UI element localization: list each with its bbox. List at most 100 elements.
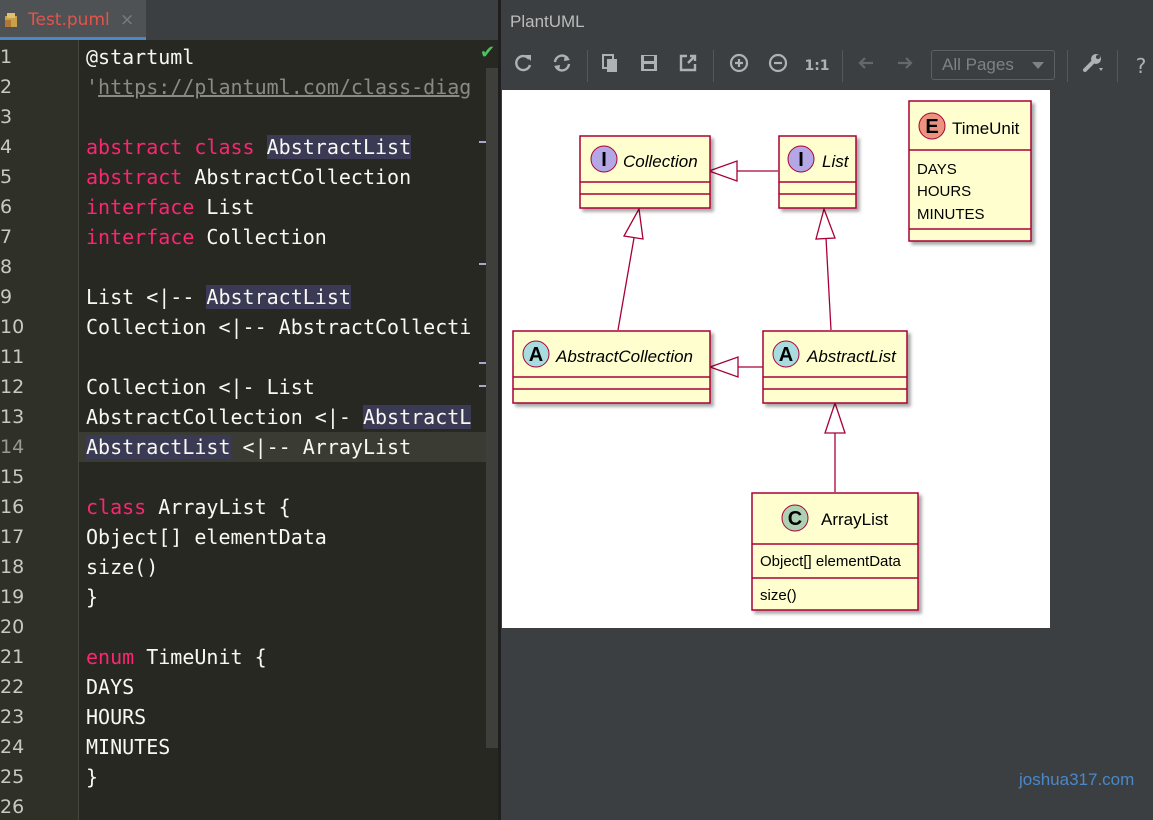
code-line-19: } — [86, 582, 98, 612]
code-line-25: } — [86, 762, 98, 792]
code-text: Collection <|- List — [86, 375, 315, 399]
puml-file-icon — [5, 13, 17, 27]
tab-label: Test.puml — [28, 10, 110, 30]
class-abstractlist[interactable]: A AbstractList — [762, 330, 908, 404]
stereotype-letter: A — [529, 344, 543, 366]
check-icon: ✔ — [480, 42, 496, 63]
line-number: 9 — [0, 286, 13, 308]
zoom-reset-button[interactable]: 1:1 — [803, 52, 831, 80]
arrow-head — [815, 206, 836, 240]
plantuml-panel: PlantUML 1:1 All Pages ? I Collection I … — [501, 0, 1153, 820]
class-arraylist[interactable]: C ArrayList Object[] elementData size() — [751, 492, 919, 611]
class-list[interactable]: I List — [778, 135, 857, 209]
arrow-right-icon[interactable] — [891, 52, 919, 80]
code-text: HOURS — [86, 705, 147, 729]
code-line-21: enum TimeUnit { — [86, 642, 267, 672]
line-number: 25 — [0, 766, 25, 788]
zoom-out-icon[interactable] — [764, 52, 792, 80]
close-icon[interactable]: × — [120, 10, 134, 30]
code-line-1: @startuml — [86, 42, 194, 72]
arrow-head — [824, 400, 846, 434]
code-text: @startuml — [86, 45, 195, 69]
zoom-in-icon[interactable] — [725, 52, 753, 80]
sync-icon[interactable] — [548, 52, 576, 80]
diagram-canvas[interactable]: I Collection I List E TimeUnit DAYS HOUR… — [502, 90, 1050, 628]
code-text: Collection <|-- AbstractCollecti — [86, 315, 472, 339]
plantuml-toolbar: 1:1 All Pages ? — [501, 44, 1153, 88]
line-number: 3 — [0, 106, 13, 128]
line-number: 2 — [0, 76, 13, 98]
class-name: ArrayList — [821, 510, 888, 529]
code-text: AbstractCollection <|- — [86, 405, 363, 429]
stereotype-letter: E — [925, 116, 938, 138]
arrow-left-icon[interactable] — [852, 52, 880, 80]
class-name: AbstractList — [806, 347, 897, 366]
line-number: 16 — [0, 496, 25, 518]
identifier: Collection — [206, 225, 327, 249]
wrench-icon[interactable] — [1079, 52, 1107, 80]
line-number: 10 — [0, 316, 25, 338]
identifier-highlighted: AbstractList — [266, 135, 412, 159]
code-editor[interactable]: Test.puml × 1 2 3 4 5 6 7 8 9 10 11 12 13 14 15 16 17 18 1… — [0, 0, 498, 820]
refresh-icon[interactable] — [509, 52, 537, 80]
code-line-17: Object[] elementData — [86, 522, 327, 552]
identifier: List — [206, 195, 255, 219]
line-number: 12 — [0, 376, 25, 398]
save-icon[interactable] — [635, 52, 663, 80]
class-collection[interactable]: I Collection — [579, 135, 711, 209]
code-line-24: MINUTES — [86, 732, 170, 762]
code-line-22: DAYS — [86, 672, 134, 702]
toolbar-separator — [587, 50, 588, 82]
class-abstractcollection[interactable]: A AbstractCollection — [512, 330, 711, 404]
line-number: 23 — [0, 706, 25, 728]
pages-select[interactable]: All Pages — [931, 50, 1055, 80]
line-number: 26 — [0, 796, 25, 818]
code-text: } — [86, 765, 99, 789]
code-text: List <|-- — [86, 285, 207, 309]
line-number: 8 — [0, 256, 13, 278]
keyword: interface — [86, 195, 195, 219]
help-button[interactable]: ? — [1127, 52, 1153, 80]
line-number: 18 — [0, 556, 25, 578]
vertical-scrollbar[interactable] — [486, 68, 498, 748]
code-text: DAYS — [86, 675, 135, 699]
enum-value: MINUTES — [917, 206, 985, 223]
stereotype-letter: I — [798, 149, 804, 171]
line-number: 7 — [0, 226, 13, 248]
pages-select-value: All Pages — [942, 55, 1014, 74]
toolbar-separator — [1067, 50, 1068, 82]
stereotype-letter: C — [788, 508, 802, 530]
line-number: 14 — [0, 436, 25, 458]
code-text: <|-- ArrayList — [230, 435, 412, 459]
code-line-4: abstract class AbstractList — [86, 132, 412, 162]
code-line-9: List <|-- AbstractList — [86, 282, 351, 312]
toolbar-separator — [1117, 50, 1118, 82]
enum-value: DAYS — [917, 161, 957, 178]
stereotype-letter: A — [779, 344, 793, 366]
code-text: MINUTES — [86, 735, 171, 759]
arrow-head — [707, 160, 738, 182]
keyword: abstract — [86, 165, 183, 189]
arrow-head — [708, 356, 739, 378]
class-name: AbstractCollection — [555, 347, 693, 366]
open-external-icon[interactable] — [674, 52, 702, 80]
enum-timeunit[interactable]: E TimeUnit DAYS HOURS MINUTES — [908, 100, 1032, 242]
code-line-18: size() — [86, 552, 158, 582]
identifier: AbstractCollection — [194, 165, 412, 189]
comment-url-link[interactable]: https://plantuml.com/class-diag — [98, 75, 471, 99]
code-text: } — [86, 585, 99, 609]
class-method: size() — [760, 587, 797, 604]
enum-value: HOURS — [917, 183, 971, 200]
code-text: TimeUnit { — [134, 645, 267, 669]
chevron-down-icon — [1032, 62, 1044, 69]
line-number: 5 — [0, 166, 13, 188]
identifier-highlighted: AbstractList — [206, 285, 351, 309]
arrow-abstractcollection-to-collection — [617, 237, 635, 331]
code-line-16: class ArrayList { — [86, 492, 291, 522]
copy-icon[interactable] — [596, 52, 624, 80]
line-number: 6 — [0, 196, 13, 218]
line-number: 17 — [0, 526, 25, 548]
editor-tab-bar: Test.puml × — [0, 0, 498, 40]
line-number: 22 — [0, 676, 25, 698]
tab-test-puml[interactable]: Test.puml × — [0, 0, 146, 40]
